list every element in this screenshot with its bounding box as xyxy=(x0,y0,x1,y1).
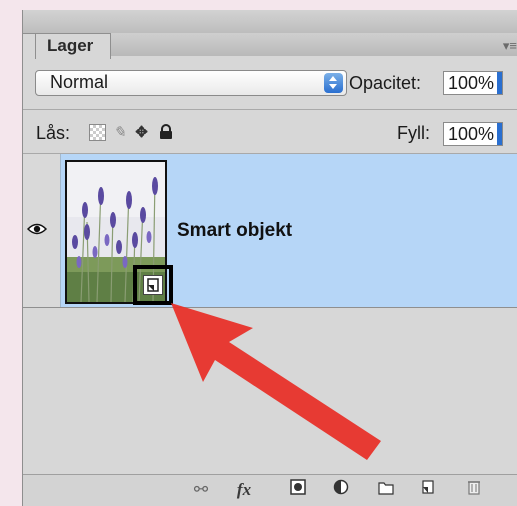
blend-row: Normal Opacitet: 100% xyxy=(23,56,517,110)
move-lock-icon[interactable]: ✥ xyxy=(133,124,150,141)
chevron-updown-icon[interactable] xyxy=(324,73,343,93)
opacity-label: Opacitet: xyxy=(349,73,422,93)
layers-panel: Lager ▾≡ Normal Opacitet: 100% Lås: ✎ ✥ … xyxy=(22,10,517,506)
blend-mode-select[interactable]: Normal xyxy=(35,70,347,96)
opacity-value: 100% xyxy=(448,73,495,93)
opacity-field[interactable]: 100% xyxy=(443,71,503,95)
smart-object-icon xyxy=(143,275,163,295)
lock-label: Lås: xyxy=(36,123,71,143)
layers-empty-area[interactable] xyxy=(23,308,517,474)
smart-object-badge xyxy=(133,265,173,305)
blend-mode-value: Normal xyxy=(50,72,109,92)
fx-icon[interactable]: fx xyxy=(229,479,259,501)
panel-menu-icon[interactable]: ▾≡ xyxy=(503,38,517,54)
eye-icon[interactable] xyxy=(27,223,47,235)
panel-bottom-bar: ⚯ fx xyxy=(23,474,517,506)
lock-row: Lås: ✎ ✥ Fyll: 100% xyxy=(23,110,517,154)
link-icon[interactable]: ⚯ xyxy=(189,479,213,501)
layer-row[interactable]: Smart objekt xyxy=(23,154,517,308)
new-layer-icon[interactable] xyxy=(417,479,439,501)
opacity-slider-icon[interactable] xyxy=(497,72,502,94)
mask-icon[interactable] xyxy=(287,479,309,501)
fill-value: 100% xyxy=(448,124,495,144)
padlock-icon[interactable] xyxy=(157,124,174,141)
fill-field[interactable]: 100% xyxy=(443,122,503,146)
layer-name[interactable]: Smart objekt xyxy=(177,220,292,242)
transparency-lock-icon[interactable] xyxy=(89,124,106,141)
folder-icon[interactable] xyxy=(375,479,397,501)
panel-titlebar[interactable] xyxy=(23,10,517,34)
visibility-toggle[interactable] xyxy=(23,154,61,307)
tab-strip xyxy=(111,33,517,56)
trash-icon[interactable] xyxy=(463,479,485,501)
adjustment-icon[interactable] xyxy=(329,479,353,501)
fill-slider-icon[interactable] xyxy=(497,123,502,145)
fill-label: Fyll: xyxy=(397,123,430,143)
brush-lock-icon[interactable]: ✎ xyxy=(111,124,128,141)
